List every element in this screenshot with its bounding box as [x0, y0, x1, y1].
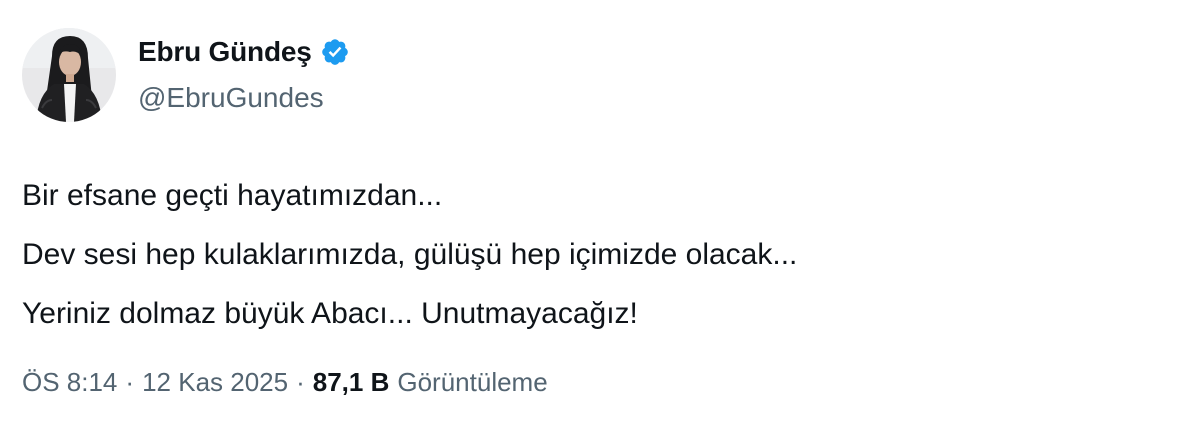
tweet-date[interactable]: 12 Kas 2025: [142, 367, 288, 398]
tweet-meta: ÖS 8:14 · 12 Kas 2025 · 87,1 B Görüntüle…: [22, 367, 548, 398]
display-name[interactable]: Ebru Gündeş: [138, 36, 312, 68]
meta-separator: ·: [296, 367, 305, 397]
user-identity: Ebru Gündeş @EbruGundes: [138, 34, 350, 114]
verified-badge-icon[interactable]: [320, 37, 350, 67]
user-handle[interactable]: @EbruGundes: [138, 82, 350, 114]
tweet-text: Bir efsane geçti hayatımızdan... Dev ses…: [22, 166, 1172, 343]
name-row: Ebru Gündeş: [138, 34, 350, 70]
tweet-text-line: Bir efsane geçti hayatımızdan...: [22, 179, 443, 212]
avatar[interactable]: [22, 28, 116, 122]
tweet: Ebru Gündeş @EbruGundes Bir efsane geçti…: [0, 0, 1200, 422]
meta-separator: ·: [125, 367, 135, 397]
tweet-header: Ebru Gündeş @EbruGundes: [22, 28, 350, 122]
views-count[interactable]: 87,1 B: [313, 367, 390, 398]
avatar-image: [22, 28, 116, 122]
tweet-time[interactable]: ÖS 8:14: [22, 367, 117, 398]
views-label[interactable]: Görüntüleme: [397, 367, 547, 398]
tweet-text-line: Yeriniz dolmaz büyük Abacı... Unutmayaca…: [22, 297, 638, 330]
tweet-text-line: Dev sesi hep kulaklarımızda, gülüşü hep …: [22, 238, 798, 271]
